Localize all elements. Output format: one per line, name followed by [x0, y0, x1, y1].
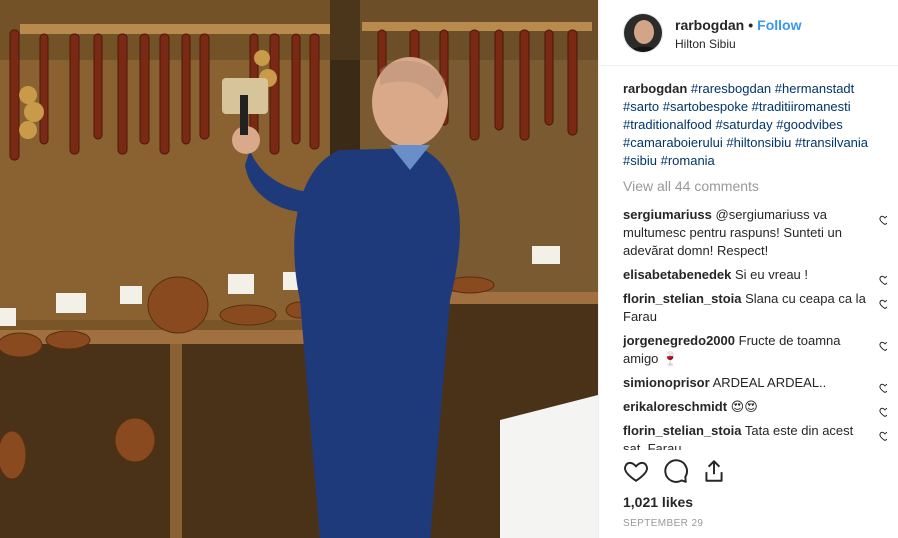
location-link[interactable]: Hilton Sibiu — [675, 37, 736, 51]
heart-icon[interactable] — [879, 274, 887, 288]
avatar-image — [624, 14, 662, 52]
hashtag-link[interactable]: #raresbogdan — [691, 81, 771, 96]
comment-row: florin_stelian_stoia Tata este din acest… — [623, 422, 887, 450]
hashtag-link[interactable]: #sibiu — [623, 153, 657, 168]
comment-text: 😍😍 — [730, 399, 758, 414]
heart-icon[interactable] — [879, 406, 887, 420]
post-photo[interactable] — [0, 0, 598, 538]
hashtag-link[interactable]: #romania — [661, 153, 715, 168]
heart-icon[interactable] — [623, 458, 649, 484]
heart-icon[interactable] — [879, 298, 887, 312]
comment-username[interactable]: sergiumariuss — [623, 207, 712, 222]
comment-username[interactable]: florin_stelian_stoia — [623, 291, 741, 306]
hashtag-link[interactable]: #sartobespoke — [663, 99, 748, 114]
comment-text: ARDEAL ARDEAL.. — [712, 375, 827, 390]
comment-username[interactable]: erikaloreschmidt — [623, 399, 727, 414]
hashtag-link[interactable]: #sarto — [623, 99, 659, 114]
caption: rarbogdan #raresbogdan #hermanstadt #sar… — [623, 80, 887, 170]
hashtag-link[interactable]: #hiltonsibiu — [726, 135, 791, 150]
photo-illustration — [0, 0, 598, 538]
comments-section[interactable]: rarbogdan #raresbogdan #hermanstadt #sar… — [623, 80, 887, 450]
comment-row: simionoprisor ARDEAL ARDEAL.. — [623, 374, 887, 394]
post-sidebar: rarbogdan • Follow Hilton Sibiu rarbogdan … — [598, 0, 898, 538]
comment-list: sergiumariuss @sergiumariuss va multumes… — [623, 206, 887, 450]
likes-count[interactable]: 1,021 likes — [623, 494, 693, 510]
comment-username[interactable]: simionoprisor — [623, 375, 710, 390]
comment-text: Si eu vreau ! — [735, 267, 809, 282]
hashtag-link[interactable]: #camaraboierului — [623, 135, 723, 150]
username-link[interactable]: rarbogdan — [675, 17, 744, 33]
heart-icon[interactable] — [879, 340, 887, 354]
avatar[interactable] — [623, 13, 663, 53]
comment-username[interactable]: elisabetabenedek — [623, 267, 731, 282]
comment-username[interactable]: florin_stelian_stoia — [623, 423, 741, 438]
comment-username[interactable]: jorgenegredo2000 — [623, 333, 735, 348]
post-date: SEPTEMBER 29 — [623, 518, 704, 529]
comment-row: florin_stelian_stoia Slana cu ceapa ca l… — [623, 290, 887, 326]
comment-row: jorgenegredo2000 Fructe de toamna amigo … — [623, 332, 887, 368]
heart-icon[interactable] — [879, 382, 887, 396]
comment-row: sergiumariuss @sergiumariuss va multumes… — [623, 206, 887, 260]
separator-dot: • — [748, 17, 754, 33]
follow-button[interactable]: Follow — [757, 17, 801, 33]
post-header: rarbogdan • Follow Hilton Sibiu — [599, 0, 898, 66]
comment-row: elisabetabenedek Si eu vreau ! — [623, 266, 887, 286]
heart-icon[interactable] — [879, 430, 887, 444]
view-all-comments-link[interactable]: View all 44 comments — [623, 178, 887, 194]
heart-icon[interactable] — [879, 214, 887, 228]
hashtag-link[interactable]: #traditiiromanesti — [752, 99, 851, 114]
hashtag-link[interactable]: #hermanstadt — [775, 81, 855, 96]
hashtag-link[interactable]: #traditionalfood — [623, 117, 712, 132]
hashtag-link[interactable]: #saturday — [716, 117, 773, 132]
caption-username[interactable]: rarbogdan — [623, 81, 687, 96]
action-bar — [623, 458, 898, 488]
hashtag-link[interactable]: #goodvibes — [776, 117, 843, 132]
hashtag-link[interactable]: #transilvania — [795, 135, 868, 150]
share-icon[interactable] — [701, 458, 727, 484]
comment-row: erikaloreschmidt 😍😍 — [623, 398, 887, 418]
comment-icon[interactable] — [663, 458, 689, 484]
username-line: rarbogdan • Follow — [675, 17, 801, 33]
